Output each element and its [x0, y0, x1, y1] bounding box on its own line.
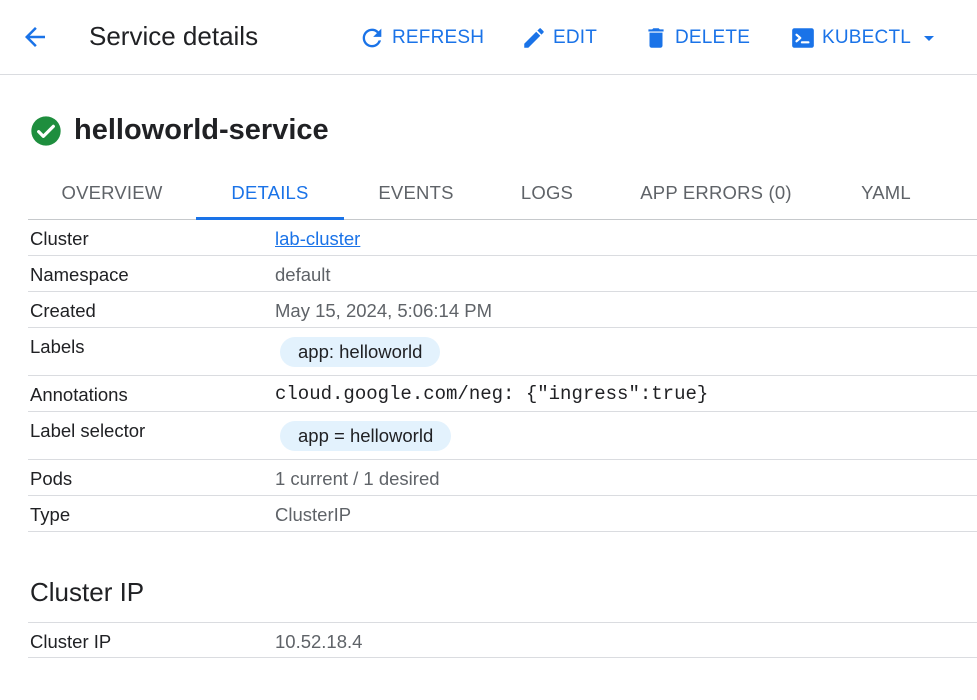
- tab-app-errors[interactable]: APP ERRORS (0): [606, 166, 826, 219]
- row-label: Namespace: [30, 264, 129, 285]
- cluster-link[interactable]: lab-cluster: [275, 228, 360, 250]
- tab-bar: OVERVIEW DETAILS EVENTS LOGS APP ERRORS …: [28, 166, 977, 220]
- check-circle-icon: [31, 115, 61, 146]
- top-bar: Service details REFRESH EDIT DELETE KUBE…: [0, 0, 977, 75]
- detail-row-namespace: Namespace default: [28, 256, 977, 292]
- detail-row-labels: Labels app: helloworld: [28, 328, 977, 376]
- back-button[interactable]: [20, 22, 50, 52]
- tab-yaml[interactable]: YAML: [826, 166, 946, 219]
- row-label: Labels: [30, 336, 85, 357]
- detail-row-created: Created May 15, 2024, 5:06:14 PM: [28, 292, 977, 328]
- annotations-value: cloud.google.com/neg: {"ingress":true}: [275, 383, 709, 405]
- edit-button[interactable]: EDIT: [521, 24, 597, 52]
- row-label: Label selector: [30, 420, 146, 441]
- detail-row-label-selector: Label selector app = helloworld: [28, 412, 977, 460]
- refresh-label: REFRESH: [392, 27, 485, 48]
- refresh-button[interactable]: REFRESH: [358, 24, 484, 52]
- detail-row-cluster-ip: Cluster IP 10.52.18.4: [28, 622, 977, 658]
- row-label: Created: [30, 300, 96, 321]
- caret-down-icon: [924, 36, 935, 41]
- cluster-ip-value: 10.52.18.4: [275, 631, 363, 652]
- terminal-icon: [792, 28, 814, 48]
- delete-button[interactable]: DELETE: [643, 24, 750, 52]
- edit-label: EDIT: [553, 27, 598, 48]
- service-header: helloworld-service: [30, 114, 329, 147]
- type-value: ClusterIP: [275, 504, 352, 525]
- pods-value: 1 current / 1 desired: [275, 468, 440, 489]
- row-label: Annotations: [30, 384, 128, 405]
- page-title: Service details: [89, 21, 259, 51]
- kubectl-dropdown-button[interactable]: KUBECTL: [790, 24, 941, 52]
- detail-row-cluster: Cluster lab-cluster: [28, 220, 977, 256]
- namespace-value: default: [275, 264, 331, 285]
- row-label: Pods: [30, 468, 73, 489]
- arrow-back-icon: [25, 27, 45, 47]
- detail-row-pods: Pods 1 current / 1 desired: [28, 460, 977, 496]
- label-selector-chip: app = helloworld: [280, 421, 452, 451]
- section-title-cluster-ip: Cluster IP: [30, 577, 145, 607]
- tab-details[interactable]: DETAILS: [196, 166, 344, 220]
- pencil-icon: [524, 28, 544, 48]
- detail-row-annotations: Annotations cloud.google.com/neg: {"ingr…: [28, 376, 977, 412]
- tab-logs[interactable]: LOGS: [488, 166, 606, 219]
- service-name: helloworld-service: [74, 114, 329, 146]
- row-label: Cluster: [30, 228, 89, 249]
- tab-events[interactable]: EVENTS: [344, 166, 488, 219]
- tab-overview[interactable]: OVERVIEW: [28, 166, 196, 219]
- label-chip: app: helloworld: [280, 337, 441, 367]
- trash-icon: [648, 28, 664, 48]
- refresh-icon: [362, 28, 382, 48]
- created-value: May 15, 2024, 5:06:14 PM: [275, 300, 492, 321]
- row-label: Type: [30, 504, 71, 525]
- row-label: Cluster IP: [30, 631, 112, 652]
- delete-label: DELETE: [675, 27, 751, 48]
- kubectl-label: KUBECTL: [822, 27, 912, 48]
- detail-row-type: Type ClusterIP: [28, 496, 977, 532]
